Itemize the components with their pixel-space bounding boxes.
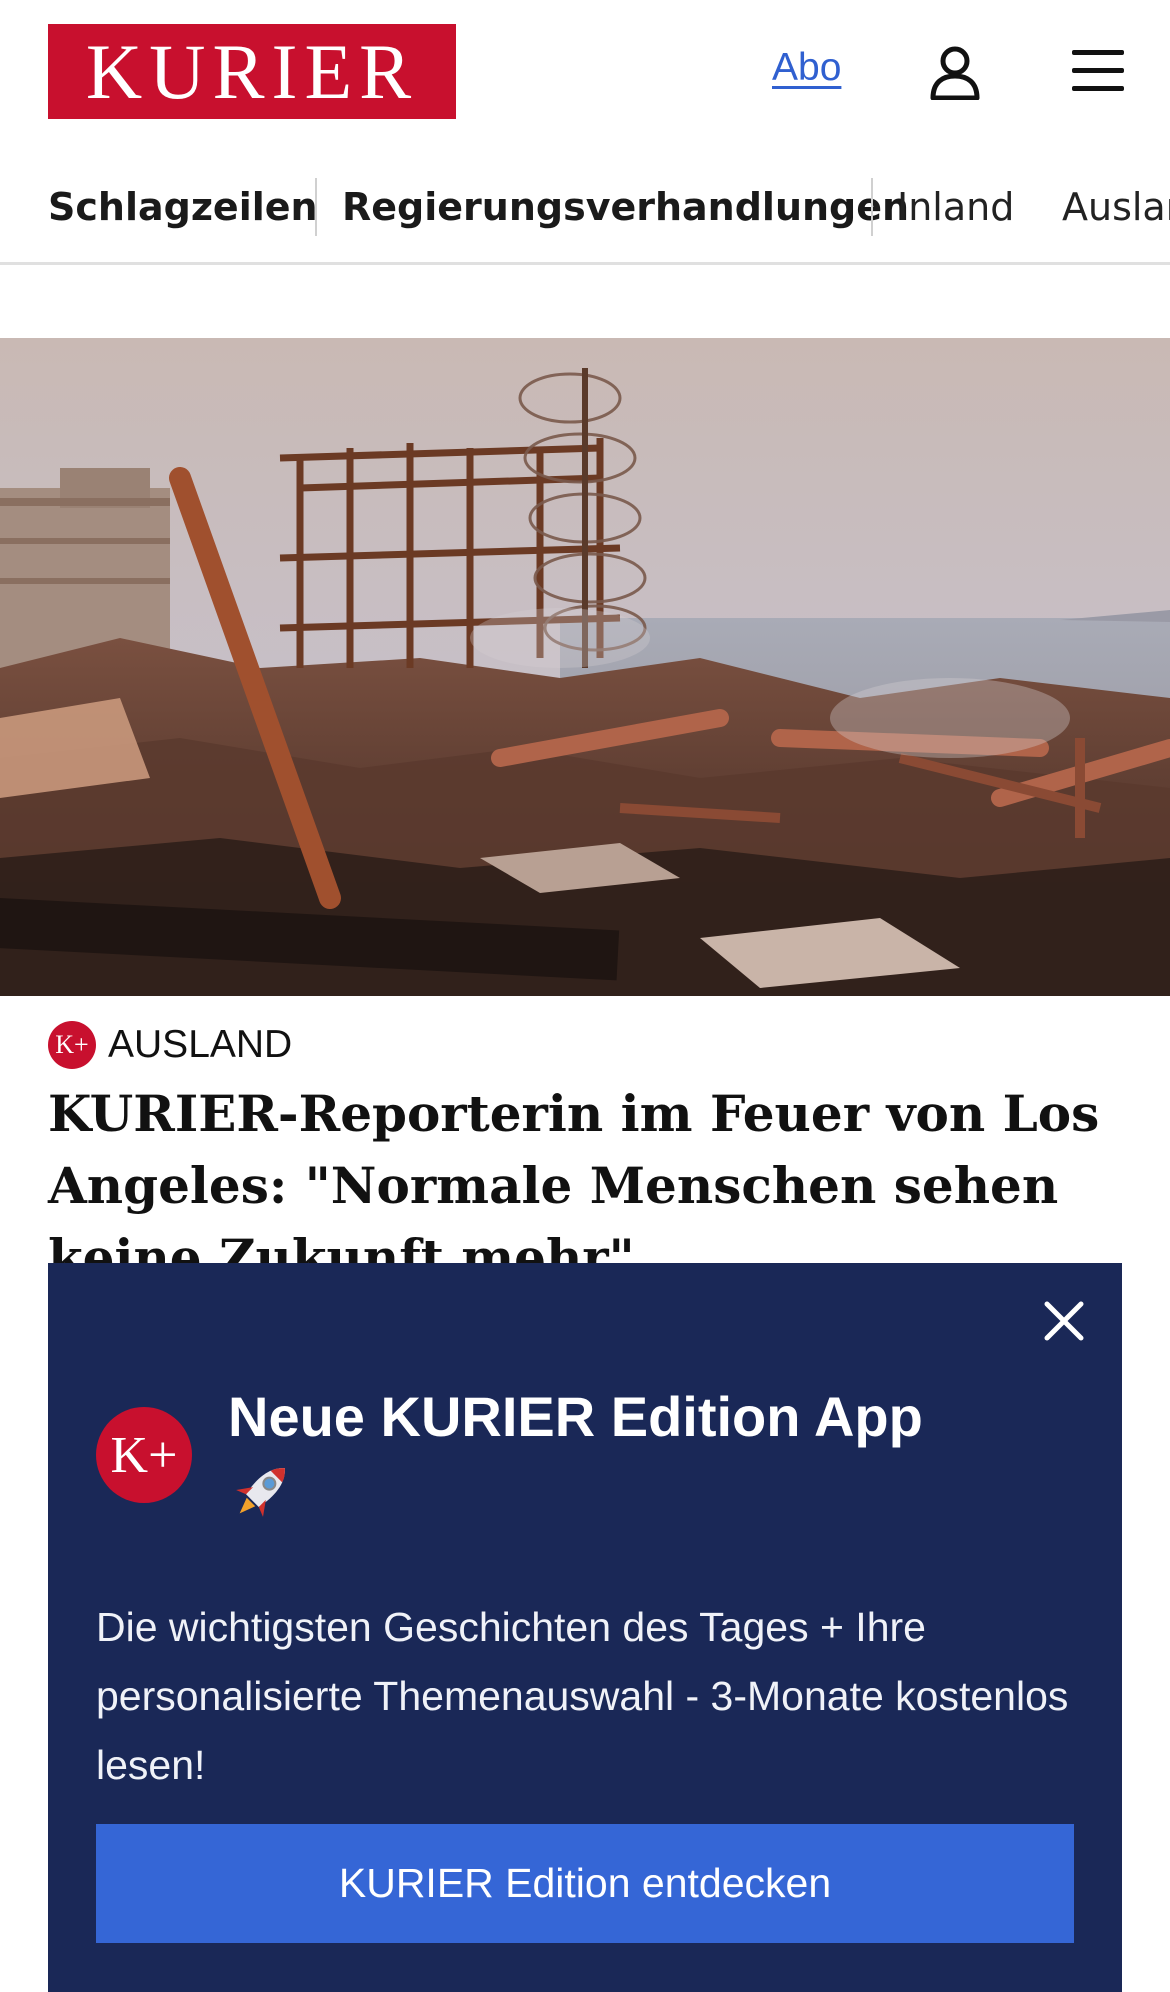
site-header: KURIER Abo [0,0,1170,145]
nav-item-inland[interactable]: Inland [897,182,1014,232]
kurier-logo[interactable]: KURIER [48,24,456,119]
rocket-icon [228,1455,298,1525]
close-icon[interactable] [1034,1291,1094,1351]
nav-item-regierungsverhandlungen[interactable]: Regierungsverhandlungen [342,182,909,232]
abo-link[interactable]: Abo [772,46,841,90]
article-hero-image[interactable] [0,338,1170,996]
kplus-badge: K+ [48,1021,96,1069]
hamburger-menu-icon[interactable] [1072,48,1124,94]
category-label: AUSLAND [108,1023,293,1066]
discover-edition-button[interactable]: KURIER Edition entdecken [96,1824,1074,1943]
user-icon[interactable] [930,46,980,101]
promo-description: Die wichtigsten Geschichten des Tages + … [96,1604,1069,1788]
nav-divider [871,178,873,236]
app-promo-overlay: K+ Neue KURIER Edition App Die wichtigst… [48,1263,1122,1992]
nav-item-schlagzeilen[interactable]: Schlagzeilen [48,182,318,232]
article-headline[interactable]: KURIER-Reporterin im Feuer von Los Angel… [48,1078,1128,1294]
nav-item-ausland[interactable]: Ausland [1062,182,1170,232]
article-category[interactable]: K+ AUSLAND [48,1020,292,1070]
kplus-logo: K+ [96,1407,192,1503]
nav-divider [315,178,317,236]
section-nav: Schlagzeilen Regierungsverhandlungen Inl… [0,166,1170,265]
promo-title-block: Neue KURIER Edition App [228,1381,1048,1525]
promo-title: Neue KURIER Edition App [228,1385,923,1448]
